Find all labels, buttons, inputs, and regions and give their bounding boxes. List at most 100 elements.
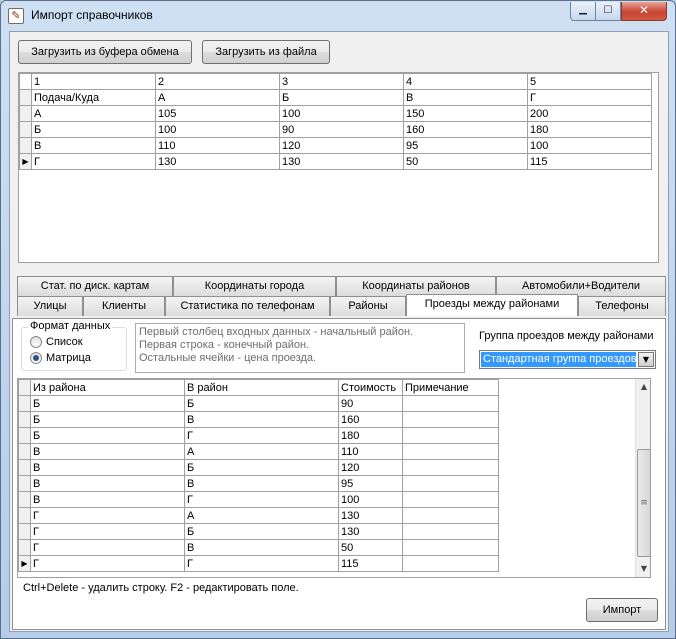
tab-city-coordinates[interactable]: Координаты города [173,276,336,296]
table-row[interactable]: ▶ Г Г 115 [18,555,499,572]
grid-cell[interactable] [402,395,499,412]
grid-cell[interactable]: 160 [338,411,403,428]
grid-cell[interactable]: Г [30,555,185,572]
minimize-button[interactable]: ▁ [570,2,596,21]
grid-cell[interactable]: 130 [338,507,403,524]
grid-cell[interactable] [402,507,499,524]
grid-cell[interactable]: 120 [338,459,403,476]
grid-cell[interactable]: 150 [403,105,528,122]
grid-cell[interactable] [402,427,499,444]
radio-button-checked[interactable] [30,352,42,364]
row-header[interactable] [19,121,32,138]
row-header[interactable] [18,491,31,508]
column-header[interactable]: 4 [403,73,528,90]
grid-cell[interactable] [402,411,499,428]
row-header[interactable] [18,459,31,476]
table-row[interactable]: В Г 100 [18,491,499,508]
grid-cell[interactable]: 100 [527,137,652,154]
grid-cell[interactable]: В [30,459,185,476]
grid-cell[interactable] [402,443,499,460]
table-row[interactable]: В А 110 [18,443,499,460]
column-header[interactable]: 5 [527,73,652,90]
grid-cell[interactable]: Б [184,459,339,476]
grid-cell[interactable]: Г [31,153,156,170]
row-header[interactable] [18,395,31,412]
scroll-up-icon[interactable]: ▲ [636,379,650,395]
grid-cell[interactable]: 200 [527,105,652,122]
column-header[interactable]: 3 [279,73,404,90]
grid-cell[interactable]: Г [184,427,339,444]
grid-cell[interactable]: А [184,443,339,460]
grid-cell[interactable]: 180 [527,121,652,138]
row-header[interactable] [18,427,31,444]
grid-cell[interactable] [402,523,499,540]
grid-cell[interactable]: 130 [338,523,403,540]
grid-cell[interactable]: Б [31,121,156,138]
vertical-scrollbar[interactable]: ▲ ≡ ▼ [635,379,650,577]
grid-cell[interactable]: В [184,475,339,492]
grid-cell[interactable] [402,555,499,572]
grid-cell[interactable]: 100 [279,105,404,122]
grid-cell[interactable]: 115 [338,555,403,572]
tab-district-coordinates[interactable]: Координаты районов [336,276,496,296]
grid-cell[interactable]: Г [30,523,185,540]
tab-phone-stats[interactable]: Статистика по телефонам [165,296,330,316]
row-header[interactable] [18,539,31,556]
grid-cell[interactable]: Г [527,89,652,106]
row-header[interactable] [18,475,31,492]
close-button[interactable]: ✕ [621,2,667,21]
scroll-thumb[interactable]: ≡ [637,449,650,557]
grid-cell[interactable] [402,459,499,476]
table-row[interactable]: В Б 120 [18,459,499,476]
row-header[interactable] [18,379,31,396]
table-row[interactable]: А 105 100 150 200 [19,105,652,122]
table-row[interactable]: В 110 120 95 100 [19,137,652,154]
grid-cell[interactable]: 90 [338,395,403,412]
grid-cell[interactable]: Б [184,523,339,540]
import-data-grid[interactable]: 1 2 3 4 5 Подача/Куда А Б В Г А 105 100 … [18,72,659,263]
column-header-note[interactable]: Примечание [402,379,499,396]
current-row-indicator[interactable]: ▶ [18,555,31,572]
tab-phones[interactable]: Телефоны [578,296,666,316]
table-row[interactable]: ▶ Г 130 130 50 115 [19,153,652,170]
import-button[interactable]: Импорт [586,598,658,622]
grid-cell[interactable]: Г [30,539,185,556]
grid-cell[interactable]: А [184,507,339,524]
row-header[interactable] [18,523,31,540]
grid-cell[interactable]: 105 [155,105,280,122]
grid-cell[interactable]: Г [30,507,185,524]
table-row[interactable]: Подача/Куда А Б В Г [19,89,652,106]
table-row[interactable]: Б Б 90 [18,395,499,412]
grid-cell[interactable]: 95 [403,137,528,154]
grid-cell[interactable] [402,539,499,556]
column-header[interactable]: 1 [31,73,156,90]
grid-cell[interactable]: Подача/Куда [31,89,156,106]
grid-cell[interactable]: 160 [403,121,528,138]
tab-disk-card-stats[interactable]: Стат. по диск. картам [17,276,173,296]
grid-cell[interactable]: В [31,137,156,154]
row-header[interactable] [19,105,32,122]
grid-cell[interactable]: 130 [155,153,280,170]
grid-cell[interactable]: 130 [279,153,404,170]
route-group-combobox[interactable]: Стандартная группа проездов ▼ [479,350,656,369]
grid-cell[interactable]: 110 [338,443,403,460]
load-from-file-button[interactable]: Загрузить из файла [202,40,330,64]
grid-cell[interactable]: Б [279,89,404,106]
grid-cell[interactable] [402,491,499,508]
table-row[interactable]: В В 95 [18,475,499,492]
route-group-value[interactable]: Стандартная группа проездов [481,352,636,367]
maximize-button[interactable]: ☐ [595,2,621,21]
grid-cell[interactable]: 100 [155,121,280,138]
grid-cell[interactable]: В [184,539,339,556]
grid-cell[interactable]: 50 [403,153,528,170]
chevron-down-icon[interactable]: ▼ [638,352,654,367]
tab-district-routes[interactable]: Проезды между районами [406,294,578,316]
grid-cell[interactable]: В [30,443,185,460]
grid-cell[interactable]: В [403,89,528,106]
grid-cell[interactable]: 90 [279,121,404,138]
row-header[interactable] [18,411,31,428]
table-row[interactable]: Г А 130 [18,507,499,524]
current-row-indicator[interactable]: ▶ [19,153,32,170]
column-header-cost[interactable]: Стоимость [338,379,403,396]
radio-button-unchecked[interactable] [30,336,42,348]
